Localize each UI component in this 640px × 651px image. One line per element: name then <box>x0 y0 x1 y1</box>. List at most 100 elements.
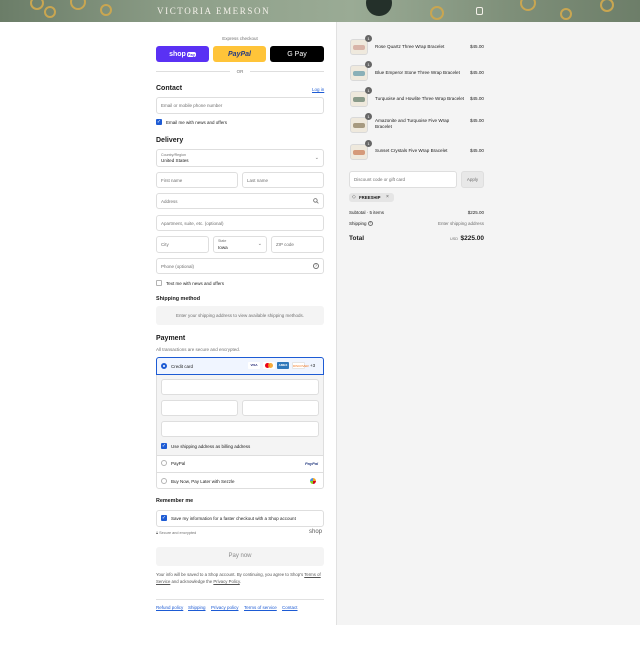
discount-placeholder: Discount code or gift card <box>354 177 406 182</box>
text-offers-checkbox[interactable] <box>156 280 162 286</box>
shop-pay-text: shop <box>169 50 186 58</box>
brand-logo[interactable]: VICTORIA EMERSON <box>157 6 270 16</box>
cart-bag-icon[interactable] <box>476 7 483 15</box>
help-icon[interactable]: ? <box>313 263 319 269</box>
total-label: Total <box>349 235 365 242</box>
paypal-small-logo: PayPal <box>305 461 319 466</box>
or-divider-label: OR <box>236 69 244 74</box>
state-select[interactable]: State Iowa ⌄ <box>213 236 267 253</box>
phone-field[interactable]: Phone (optional) ? <box>156 258 324 274</box>
pay-now-button[interactable]: Pay now <box>156 547 324 566</box>
quantity-badge: 1 <box>365 113 372 120</box>
city-placeholder: City <box>161 242 169 247</box>
subtotal-value: $225.00 <box>467 210 484 215</box>
divider-left <box>156 71 230 72</box>
shipping-method-box: Enter your shipping address to view avai… <box>156 306 324 325</box>
product-price: $45.00 <box>469 70 484 75</box>
discount-code-field[interactable]: Discount code or gift card <box>349 171 457 188</box>
google-pay-logo: G Pay <box>287 50 307 58</box>
paypal-option-label[interactable]: PayPal <box>171 461 185 466</box>
divider <box>157 472 323 473</box>
paypal-button[interactable]: PayPal <box>213 46 266 62</box>
email-field[interactable]: Email or mobile phone number <box>156 97 324 114</box>
zip-placeholder: ZIP code <box>276 242 294 247</box>
search-icon <box>313 198 319 204</box>
last-name-field[interactable]: Last name <box>242 172 324 188</box>
product-price: $45.00 <box>469 44 484 49</box>
privacy-link[interactable]: Privacy Policy <box>213 579 239 584</box>
product-thumbnail <box>350 117 368 133</box>
more-cards-count: +3 <box>310 363 316 368</box>
secure-note-text: Secure and encrypted <box>159 531 197 535</box>
paypal-logo: PayPal <box>228 50 251 58</box>
terms-of-service-link[interactable]: Terms of service <box>244 605 277 610</box>
save-info-checkbox[interactable]: ✓ <box>161 515 167 521</box>
google-pay-button[interactable]: G Pay <box>270 46 324 62</box>
first-name-field[interactable]: First name <box>156 172 238 188</box>
sezzle-option-label[interactable]: Buy Now, Pay Later with Sezzle <box>171 479 235 484</box>
divider-right <box>250 71 324 72</box>
phone-placeholder: Phone (optional) <box>161 264 195 269</box>
card-expiry-field[interactable] <box>161 400 238 416</box>
chevron-down-icon: ⌄ <box>257 241 262 247</box>
close-icon[interactable]: × <box>386 194 389 200</box>
shipping-method-heading: Shipping method <box>156 296 201 302</box>
help-icon[interactable]: ? <box>367 221 373 227</box>
credit-card-radio[interactable] <box>161 363 167 369</box>
product-price: $45.00 <box>469 148 484 153</box>
zip-field[interactable]: ZIP code <box>271 236 324 253</box>
apartment-field[interactable]: Apartment, suite, etc. (optional) <box>156 215 324 231</box>
sezzle-radio[interactable] <box>161 478 167 484</box>
billing-checkbox[interactable]: ✓ <box>161 443 167 449</box>
amex-icon: AMEX <box>277 362 289 369</box>
pay-now-label: Pay now <box>228 553 252 559</box>
shop-pay-button[interactable]: shop Pay <box>156 46 209 62</box>
product-thumbnail <box>350 144 368 160</box>
subtotal-label: Subtotal · 5 items <box>349 210 385 215</box>
product-name: Amazonite and Turquoise Five Wrap Bracel… <box>375 118 450 129</box>
chevron-down-icon: ⌄ <box>314 155 319 161</box>
quantity-badge: 1 <box>365 35 372 42</box>
contact-heading: Contact <box>156 85 183 92</box>
visa-icon: VISA <box>248 362 260 369</box>
state-label: State <box>218 239 227 243</box>
country-select[interactable]: Country/Region United States ⌄ <box>156 149 324 167</box>
address-field[interactable]: Address <box>156 193 324 209</box>
quantity-badge: 1 <box>365 87 372 94</box>
login-link[interactable]: Log in <box>312 87 324 92</box>
divider <box>157 455 323 456</box>
payment-subtitle: All transactions are secure and encrypte… <box>156 347 241 352</box>
city-field[interactable]: City <box>156 236 209 253</box>
total-value: $225.00 <box>460 235 485 242</box>
shipping-label: Shipping ? <box>349 221 373 227</box>
express-checkout-label: Express checkout <box>222 36 258 41</box>
remember-me-heading: Remember me <box>156 498 194 504</box>
card-name-field[interactable] <box>161 421 319 437</box>
shipping-link[interactable]: Shipping <box>188 605 206 610</box>
email-placeholder: Email or mobile phone number <box>161 103 223 108</box>
apply-button[interactable]: Apply <box>461 171 484 188</box>
card-cvv-field[interactable] <box>242 400 319 416</box>
footer-divider <box>156 599 324 600</box>
first-name-placeholder: First name <box>161 178 183 183</box>
contact-link[interactable]: Contact <box>282 605 298 610</box>
product-thumbnail <box>350 91 368 107</box>
mastercard-icon <box>263 362 275 369</box>
legal-line: Your info will be saved to a Shop accoun… <box>156 572 304 577</box>
privacy-policy-link[interactable]: Privacy policy <box>211 605 239 610</box>
product-price: $45.00 <box>469 118 484 123</box>
shop-logo: shop <box>309 529 323 535</box>
delivery-heading: Delivery <box>156 137 184 144</box>
card-number-field[interactable] <box>161 379 319 395</box>
quantity-badge: 1 <box>365 140 372 147</box>
paypal-radio[interactable] <box>161 460 167 466</box>
news-checkbox-label: Email me with news and offers <box>166 120 227 125</box>
shop-pay-tag: Pay <box>186 51 196 57</box>
refund-policy-link[interactable]: Refund policy <box>156 605 183 610</box>
news-checkbox[interactable]: ✓ <box>156 119 162 125</box>
product-price: $45.00 <box>469 96 484 101</box>
legal-mid: and acknowledge the <box>171 579 213 584</box>
apartment-placeholder: Apartment, suite, etc. (optional) <box>161 221 224 226</box>
state-value: Iowa <box>218 245 228 250</box>
country-value: United States <box>161 158 189 163</box>
